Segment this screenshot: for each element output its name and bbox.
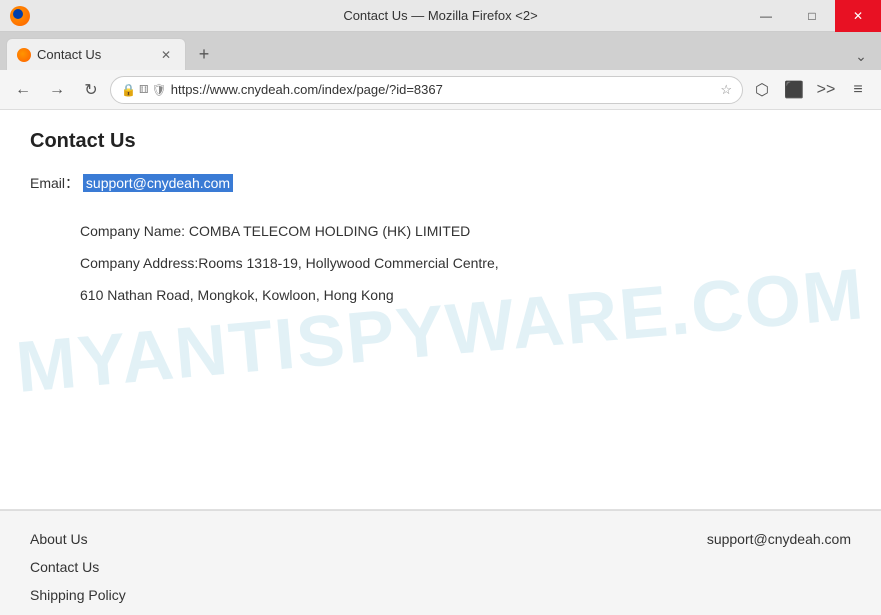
email-row: Email： support@cnydeah.com (30, 173, 851, 193)
email-link[interactable]: support@cnydeah.com (83, 174, 233, 192)
extensions-button[interactable]: ⬛ (779, 75, 809, 105)
footer-link-item[interactable]: Shipping Policy (30, 587, 165, 603)
tab-label: Contact Us (37, 47, 151, 62)
overflow-button[interactable]: >> (811, 75, 841, 105)
navigation-bar: ← → ↻ 🔒 ⚅ 🛡 https://www.cnydeah.com/inde… (0, 70, 881, 110)
company-name: Company Name: COMBA TELECOM HOLDING (HK)… (80, 223, 851, 239)
footer-links: About UsContact UsShipping PolicyPrivacy… (30, 531, 165, 615)
tab-bar: Contact Us ✕ + ⌄ (0, 32, 881, 70)
page-wrapper: MYANTISPYWARE.COM Contact Us Email： supp… (0, 110, 881, 615)
content-area: MYANTISPYWARE.COM Contact Us Email： supp… (0, 110, 881, 510)
title-bar: Contact Us — Mozilla Firefox <2> — □ ✕ (0, 0, 881, 32)
footer-link-item[interactable]: Contact Us (30, 559, 165, 575)
reload-button[interactable]: ↻ (76, 75, 106, 105)
page-title: Contact Us (30, 130, 851, 153)
tab-bar-right: ⌄ (847, 42, 881, 70)
footer: About UsContact UsShipping PolicyPrivacy… (0, 510, 881, 615)
close-button[interactable]: ✕ (835, 0, 881, 32)
browser-tab[interactable]: Contact Us ✕ (6, 38, 186, 70)
minimize-button[interactable]: — (743, 0, 789, 32)
address-bar[interactable]: 🔒 ⚅ 🛡 https://www.cnydeah.com/index/page… (110, 76, 743, 104)
pocket-button[interactable]: ⬡ (747, 75, 777, 105)
footer-content: About UsContact UsShipping PolicyPrivacy… (30, 531, 851, 615)
menu-button[interactable]: ≡ (843, 75, 873, 105)
company-address2: 610 Nathan Road, Mongkok, Kowloon, Hong … (80, 287, 851, 303)
footer-email: support@cnydeah.com (707, 531, 851, 615)
browser-icon (10, 6, 30, 26)
maximize-button[interactable]: □ (789, 0, 835, 32)
company-address1: Company Address:Rooms 1318-19, Hollywood… (80, 255, 851, 271)
footer-link-item[interactable]: About Us (30, 531, 165, 547)
secure-icon: 🔒 (121, 83, 136, 97)
tab-close-button[interactable]: ✕ (157, 46, 175, 64)
security-icons: 🔒 ⚅ 🛡 (121, 83, 167, 97)
window-title: Contact Us — Mozilla Firefox <2> (343, 8, 537, 23)
back-button[interactable]: ← (8, 75, 38, 105)
page-content: MYANTISPYWARE.COM Contact Us Email： supp… (0, 110, 881, 615)
shield-icon: 🛡 (152, 83, 167, 97)
new-tab-button[interactable]: + (190, 40, 218, 68)
window-controls: — □ ✕ (743, 0, 881, 32)
url-text: https://www.cnydeah.com/index/page/?id=8… (171, 82, 717, 97)
email-label: Email： (30, 175, 79, 191)
bookmark-icon[interactable]: ☆ (720, 82, 732, 98)
address-right-icons: ☆ (720, 82, 732, 98)
info-icon: ⚅ (139, 83, 149, 96)
company-info: Company Name: COMBA TELECOM HOLDING (HK)… (30, 223, 851, 303)
forward-button[interactable]: → (42, 75, 72, 105)
tab-list-button[interactable]: ⌄ (847, 42, 875, 70)
nav-right-buttons: ⬡ ⬛ >> ≡ (747, 75, 873, 105)
tab-favicon-icon (17, 48, 31, 62)
